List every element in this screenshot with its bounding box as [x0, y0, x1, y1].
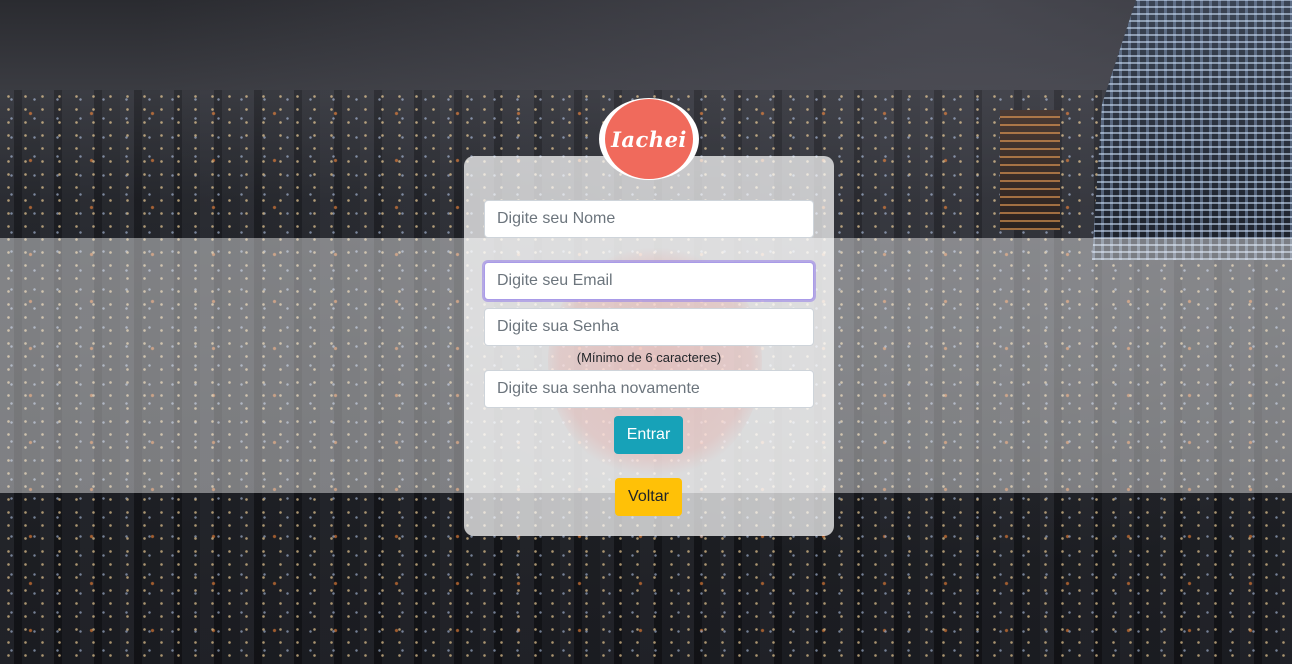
email-input[interactable]	[484, 262, 814, 300]
back-button[interactable]: Voltar	[615, 478, 682, 516]
name-input[interactable]	[484, 200, 814, 238]
background-lit-building	[1000, 110, 1060, 230]
submit-button[interactable]: Entrar	[614, 416, 683, 454]
password-hint: (Mínimo de 6 caracteres)	[576, 350, 722, 365]
logo: Iachei	[599, 98, 699, 180]
logo-text: Iachei	[611, 126, 687, 152]
password-confirm-input[interactable]	[484, 370, 814, 408]
logo-badge: Iachei	[605, 99, 693, 179]
password-input[interactable]	[484, 308, 814, 346]
background-skyscraper	[1092, 0, 1292, 260]
page: Iachei (Mínimo de 6 caracteres) Entrar V…	[0, 0, 1292, 664]
